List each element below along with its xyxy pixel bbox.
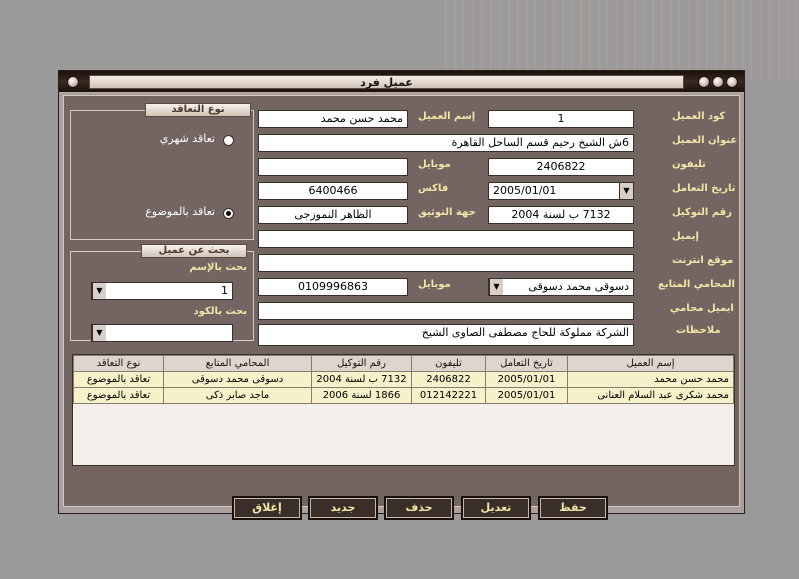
close-button[interactable]: إغلاق xyxy=(232,496,302,520)
power-authority-label: جهة التوثيق xyxy=(418,207,476,218)
website-label: موقع انترنت xyxy=(672,255,734,266)
client-search-title: بحث عن عميل xyxy=(141,244,247,258)
contract-type-group: نوع التعاقد تعاقد شهري تعاقد بالموضوع xyxy=(70,103,254,240)
client-name-label: إسم العميل xyxy=(418,111,476,122)
cell: 2406822 xyxy=(411,371,486,388)
power-no-label: رقم التوكيل xyxy=(672,207,732,218)
cell: ماجد صابر ذكى xyxy=(163,387,312,404)
power-no-input[interactable]: 7132 ب لسنة 2004 xyxy=(488,206,634,224)
chevron-down-icon[interactable]: ▼ xyxy=(92,283,106,299)
power-authority-input[interactable]: الظاهر النموزجى xyxy=(258,206,408,224)
phone-input[interactable]: 2406822 xyxy=(488,158,634,176)
delete-button[interactable]: حذف xyxy=(384,496,454,520)
lawyer-email-label: ايميل محامي xyxy=(670,303,734,314)
cell: 2005/01/01 xyxy=(485,371,568,388)
lawyer-label: المحامي المتابع xyxy=(658,279,735,290)
contract-type-title: نوع التعاقد xyxy=(145,103,251,117)
deal-date-label: تاريخ التعامل xyxy=(672,183,736,194)
cell: دسوقى محمد دسوقى xyxy=(163,371,312,388)
client-address-input[interactable]: 6ش الشيخ رحيم قسم الساحل القاهرة xyxy=(258,134,634,152)
mobile-input[interactable] xyxy=(258,158,408,176)
notes-input[interactable]: الشركة مملوكة للحاج مصطفى الصاوى الشيخ xyxy=(258,324,634,346)
close-icon[interactable] xyxy=(726,76,738,88)
minimize-icon[interactable] xyxy=(698,76,710,88)
maximize-icon[interactable] xyxy=(712,76,724,88)
edit-button[interactable]: تعديل xyxy=(461,496,531,520)
table-row[interactable]: محمد شكرى عبد السلام العنانى 2005/01/01 … xyxy=(73,387,734,404)
column-header[interactable]: تليفون xyxy=(411,355,486,372)
client-search-group: بحث عن عميل بحث بالإسم ▼ 1 بحث بالكود ▼ xyxy=(70,244,254,342)
phone-label: تليفون xyxy=(672,159,706,170)
cell: 012142221 xyxy=(411,387,486,404)
cell: محمد شكرى عبد السلام العنانى xyxy=(567,387,734,404)
lawyer-email-input[interactable] xyxy=(258,302,634,320)
cell: محمد حسن محمد xyxy=(567,371,734,388)
cell: 2005/01/01 xyxy=(485,387,568,404)
cell: 1866 لسنة 2006 xyxy=(311,387,412,404)
form-body: نوع التعاقد تعاقد شهري تعاقد بالموضوع بح… xyxy=(63,95,740,520)
client-address-label: عنوان العميل xyxy=(672,135,738,146)
window-title: عميل فرد xyxy=(360,76,413,89)
email-label: إيميل xyxy=(672,231,699,242)
lawyer-select[interactable]: ▼ دسوقى محمد دسوقى xyxy=(488,278,634,296)
cell: 7132 ب لسنة 2004 xyxy=(311,371,412,388)
column-header[interactable]: إسم العميل xyxy=(567,355,734,372)
column-header[interactable]: رقم التوكيل xyxy=(311,355,412,372)
new-button[interactable]: جديد xyxy=(308,496,378,520)
fax-input[interactable]: 6400466 xyxy=(258,182,408,200)
column-header[interactable]: تاريخ التعامل xyxy=(485,355,568,372)
search-by-code-input[interactable]: ▼ xyxy=(91,324,233,342)
search-by-name-label: بحث بالإسم xyxy=(189,262,247,273)
client-code-input[interactable]: 1 xyxy=(488,110,634,128)
save-button[interactable]: حفظ xyxy=(538,496,608,520)
mobile-label: موبايل xyxy=(418,159,451,170)
lawyer-mobile-label: موبايل xyxy=(418,279,451,290)
column-header[interactable]: المحامي المتابع xyxy=(163,355,312,372)
website-input[interactable] xyxy=(258,254,634,272)
email-input[interactable] xyxy=(258,230,634,248)
chevron-down-icon[interactable]: ▼ xyxy=(92,325,106,341)
deal-date-picker[interactable]: 2005/01/01 ▼ xyxy=(488,182,634,200)
notes-label: ملاحظات xyxy=(676,325,721,336)
per-case-contract-label: تعاقد بالموضوع xyxy=(145,205,215,218)
search-by-code-label: بحث بالكود xyxy=(193,306,247,317)
lawyer-mobile-input[interactable]: 0109996863 xyxy=(258,278,408,296)
fax-label: فاكس xyxy=(418,183,449,194)
clients-table: إسم العميل تاريخ التعامل تليفون رقم التو… xyxy=(73,355,734,404)
chevron-down-icon[interactable]: ▼ xyxy=(619,183,633,199)
table-row[interactable]: محمد حسن محمد 2005/01/01 2406822 7132 ب … xyxy=(73,371,734,388)
title-bar: عميل فرد xyxy=(59,71,744,93)
system-menu-icon[interactable] xyxy=(67,76,79,88)
per-case-contract-radio[interactable] xyxy=(223,208,234,219)
client-window: عميل فرد نوع التعاقد تعاقد شهري تعاقد با… xyxy=(58,70,745,520)
column-header[interactable]: نوع التعاقد xyxy=(73,355,164,372)
client-name-input[interactable]: محمد حسن محمد xyxy=(258,110,408,128)
cell: تعاقد بالموضوع xyxy=(73,371,164,388)
client-code-label: كود العميل xyxy=(672,111,726,122)
monthly-contract-radio[interactable] xyxy=(223,135,234,146)
search-by-name-input[interactable]: ▼ 1 xyxy=(91,282,233,300)
cell: تعاقد بالموضوع xyxy=(73,387,164,404)
title-panel: عميل فرد xyxy=(89,75,684,89)
monthly-contract-label: تعاقد شهري xyxy=(159,132,215,145)
clients-grid[interactable]: إسم العميل تاريخ التعامل تليفون رقم التو… xyxy=(72,354,735,466)
desktop-decoration xyxy=(445,0,799,80)
chevron-down-icon[interactable]: ▼ xyxy=(489,279,503,295)
